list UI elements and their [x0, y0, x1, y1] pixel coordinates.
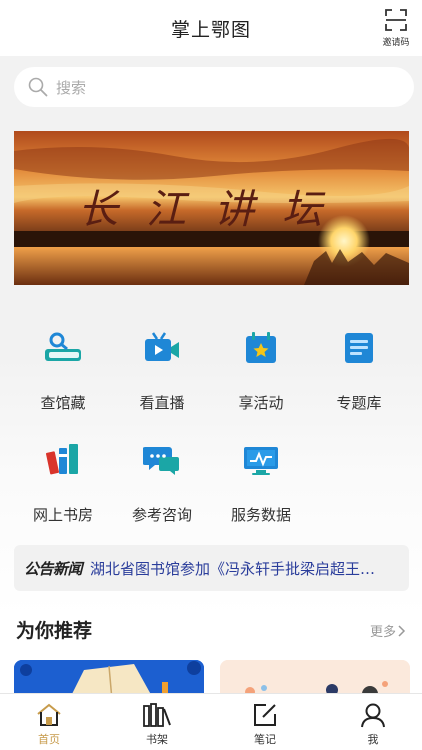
- chevron-right-icon: [398, 624, 406, 637]
- tab-notes[interactable]: 笔记: [230, 702, 300, 748]
- grid-item-label: 享活动: [238, 394, 284, 412]
- search-bar[interactable]: 搜索: [14, 67, 414, 107]
- invite-code-label: 邀请码: [382, 38, 410, 48]
- search-input[interactable]: 搜索: [56, 77, 86, 98]
- grid-item-events[interactable]: 享活动: [211, 326, 311, 416]
- bookshelf-icon: [143, 703, 171, 727]
- grid-item-label: 查馆藏: [40, 394, 86, 412]
- page-title: 掌上鄂图: [170, 18, 251, 41]
- grid-item-live[interactable]: 看直播: [112, 326, 212, 416]
- tab-bookshelf[interactable]: 书架: [122, 702, 192, 748]
- more-link[interactable]: 更多: [370, 621, 406, 640]
- home-icon: [37, 703, 61, 726]
- books-icon: [41, 438, 85, 482]
- book-search-icon: [41, 326, 85, 370]
- notice-tag: 公告新闻: [24, 559, 83, 578]
- grid-item-label: 服务数据: [230, 506, 291, 524]
- grid-item-label: 专题库: [336, 394, 382, 412]
- tab-me[interactable]: 我: [338, 702, 408, 748]
- grid-item-label: 看直播: [139, 394, 185, 412]
- svg-text:长江讲坛: 长江讲坛: [78, 187, 350, 233]
- chat-bubbles-icon: [140, 438, 184, 482]
- grid-item-label: 参考咨询: [131, 506, 192, 524]
- grid-item-topics[interactable]: 专题库: [309, 326, 409, 416]
- scan-icon: [385, 9, 407, 31]
- tab-label: 笔记: [254, 733, 276, 746]
- tab-label: 首页: [38, 733, 60, 746]
- more-label: 更多: [369, 625, 396, 640]
- monitor-chart-icon: [239, 438, 283, 482]
- grid-item-online-study[interactable]: 网上书房: [13, 438, 113, 528]
- tab-label: 我: [367, 733, 379, 746]
- invite-code-button[interactable]: 邀请码: [380, 8, 412, 50]
- grid-item-label: 网上书房: [32, 506, 93, 524]
- document-list-icon: [337, 326, 381, 370]
- edit-note-icon: [254, 704, 276, 726]
- notice-headline[interactable]: 湖北省图书馆参加《冯永轩手批梁启超王…: [90, 558, 400, 579]
- bottom-tab-bar: 首页 书架 笔记 我: [0, 693, 422, 750]
- banner-title: 长江讲坛: [78, 187, 350, 233]
- search-icon: [28, 77, 48, 97]
- calendar-star-icon: [239, 326, 283, 370]
- grid-item-consult[interactable]: 参考咨询: [112, 438, 212, 528]
- grid-item-catalog[interactable]: 查馆藏: [13, 326, 113, 416]
- banner-carousel[interactable]: 长江讲坛: [14, 131, 409, 285]
- user-icon: [361, 703, 385, 728]
- app-header: 掌上鄂图 邀请码: [0, 0, 422, 56]
- grid-item-service-data[interactable]: 服务数据: [211, 438, 311, 528]
- recommend-title: 为你推荐: [16, 620, 93, 642]
- video-camera-icon: [140, 326, 184, 370]
- notice-bar[interactable]: 公告新闻 湖北省图书馆参加《冯永轩手批梁启超王…: [14, 545, 409, 591]
- tab-home[interactable]: 首页: [14, 702, 84, 748]
- tab-label: 书架: [146, 733, 168, 746]
